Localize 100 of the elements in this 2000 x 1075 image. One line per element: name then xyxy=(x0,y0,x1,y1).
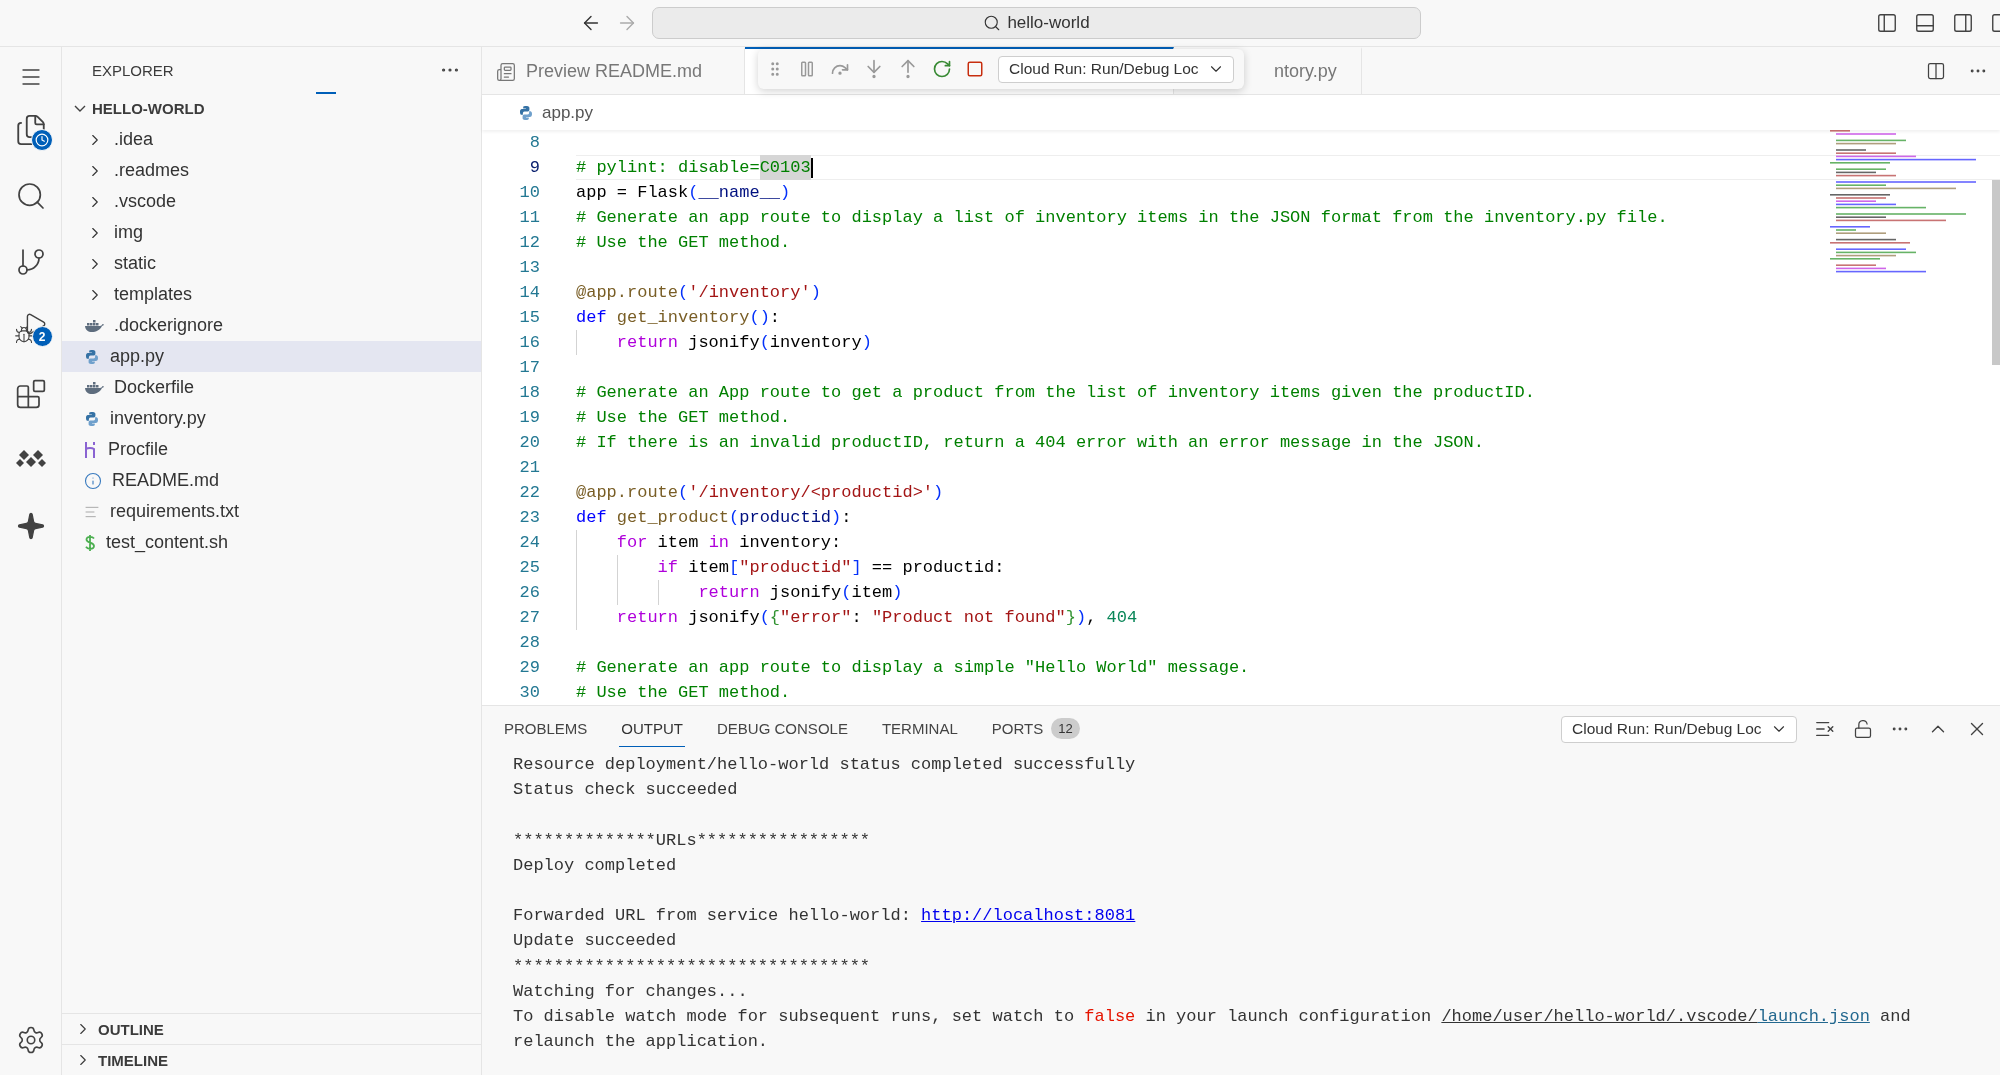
tree-item[interactable]: .readmes xyxy=(62,155,481,186)
panel-tab[interactable]: DEBUG CONSOLE xyxy=(715,711,850,747)
tree-item[interactable]: requirements.txt xyxy=(62,496,481,527)
line-number: 23 xyxy=(518,508,540,527)
step-into-icon[interactable] xyxy=(864,59,884,79)
whale-icon xyxy=(84,318,104,333)
progress-indicator xyxy=(316,92,336,94)
code-line: return jsonify({"error": "Product not found"}), 404 xyxy=(576,605,2000,630)
line-number: 12 xyxy=(518,233,540,252)
tree-item[interactable]: img xyxy=(62,217,481,248)
scrollbar[interactable] xyxy=(1992,180,2000,365)
tree-item[interactable]: .dockerignore xyxy=(62,310,481,341)
secondary-sidebar-icon[interactable] xyxy=(1952,12,1974,34)
panel-tab[interactable]: PROBLEMS xyxy=(502,711,590,747)
section-header[interactable]: TIMELINE xyxy=(62,1044,481,1075)
panel-tab[interactable]: PORTS 12 xyxy=(989,711,1082,747)
line-number: 18 xyxy=(518,383,540,402)
tree-item[interactable]: .idea xyxy=(62,124,481,155)
output-line: relaunch the application. xyxy=(513,1031,770,1054)
step-out-icon[interactable] xyxy=(898,59,918,79)
tree-item[interactable]: Dockerfile xyxy=(62,372,481,403)
command-search-field[interactable]: hello-world xyxy=(652,7,1421,39)
line-number: 9 xyxy=(528,158,540,177)
line-number: 30 xyxy=(518,683,540,702)
count-badge: 12 xyxy=(1051,718,1080,739)
line-number: 16 xyxy=(518,333,540,352)
line-number: 13 xyxy=(518,258,540,277)
output-line: **************URLs***************** xyxy=(513,829,872,852)
code-line: def get_inventory(): xyxy=(576,307,782,329)
sidebar-title: EXPLORER xyxy=(92,61,174,79)
line-number: 22 xyxy=(518,483,540,502)
notification-badge: 2 xyxy=(31,326,53,347)
code-line: return jsonify(item) xyxy=(576,580,2000,605)
output-line: *********************************** xyxy=(513,955,872,978)
sidebar-layout-icon[interactable] xyxy=(1876,12,1898,34)
tree-item[interactable]: inventory.py xyxy=(62,403,481,434)
breadcrumb[interactable]: app.py xyxy=(542,102,594,123)
code-line: @app.route('/inventory') xyxy=(576,282,822,304)
output-line: Forwarded URL from service hello-world: http://localhost:8081 xyxy=(513,905,1137,928)
code-line: app = Flask(__name__) xyxy=(576,182,792,204)
folder-header[interactable]: HELLO-WORLD xyxy=(62,93,481,124)
path-link[interactable]: /home/user/hello-world/.vscode/ xyxy=(1441,1006,1758,1026)
output-line: Update succeeded xyxy=(513,930,678,953)
code-line: for item in inventory: xyxy=(576,530,2000,555)
tree-item[interactable]: .vscode xyxy=(62,186,481,217)
line-number: 24 xyxy=(518,533,540,552)
code-line: # Use the GET method. xyxy=(576,682,792,704)
play-bug-icon xyxy=(13,311,48,345)
clock-icon xyxy=(30,129,53,151)
search-icon xyxy=(983,14,1002,32)
run-debug-button[interactable]: 2 xyxy=(6,295,55,361)
lock-icon[interactable] xyxy=(1853,719,1873,739)
chevron-down-icon xyxy=(74,105,86,112)
tree-item[interactable]: Procfile xyxy=(62,434,481,465)
python-icon xyxy=(84,348,100,365)
line-number: 14 xyxy=(518,283,540,302)
stop-icon[interactable] xyxy=(966,60,984,78)
debug-configuration-dropdown[interactable]: Cloud Run: Run/Debug Loc xyxy=(998,55,1234,83)
tree-item[interactable]: README.md xyxy=(62,465,481,496)
preview-icon xyxy=(496,61,516,82)
line-number: 21 xyxy=(518,458,540,477)
tree-item[interactable]: templates xyxy=(62,279,481,310)
line-number: 28 xyxy=(518,633,540,652)
output-line: Resource deployment/hello-world status completed successfully xyxy=(513,754,1137,776)
line-number: 20 xyxy=(518,433,540,452)
python-icon xyxy=(84,410,100,427)
hook-letter-icon xyxy=(84,440,98,459)
output-line: Deploy completed xyxy=(513,854,678,877)
line-number: 27 xyxy=(518,608,540,627)
line-number: 11 xyxy=(518,208,540,227)
code-line: if item["productid"] == productid: xyxy=(576,555,2000,580)
code-line: # pylint: disable=C0103 xyxy=(576,155,2000,180)
output-channel-dropdown[interactable]: Cloud Run: Run/Debug Loc xyxy=(1561,715,1797,743)
line-number: 8 xyxy=(528,133,540,152)
code-line: # Generate an App route to get a product from the list of inventory items given the productID. xyxy=(576,382,1536,404)
output-line: Status check succeeded xyxy=(513,779,739,802)
code-line: # If there is an invalid productID, return a 404 error with an error message in the JSON. xyxy=(576,432,1485,454)
code-line: # Use the GET method. xyxy=(576,232,792,254)
python-icon xyxy=(518,104,534,121)
panel-tab[interactable]: OUTPUT xyxy=(619,711,686,747)
line-number: 26 xyxy=(518,583,540,602)
split-editor-icon[interactable] xyxy=(1926,60,1946,81)
code-line: @app.route('/inventory/<productid>') xyxy=(576,482,945,504)
code-line: # Generate an app route to display a simple "Hello World" message. xyxy=(576,657,1251,679)
tree-item[interactable]: static xyxy=(62,248,481,279)
line-number: 25 xyxy=(518,558,540,577)
link[interactable]: http://localhost:8081 xyxy=(921,906,1136,926)
code-line: def get_product(productid): xyxy=(576,507,853,529)
section-header[interactable]: OUTLINE xyxy=(62,1013,481,1044)
line-number: 10 xyxy=(518,183,540,202)
output-line: Watching for changes... xyxy=(513,980,749,1003)
panel-layout-icon[interactable] xyxy=(1914,12,1936,34)
pause-icon[interactable] xyxy=(798,60,816,78)
panel-tab[interactable]: TERMINAL xyxy=(879,711,960,747)
tree-item[interactable]: app.py xyxy=(62,341,481,372)
restart-icon[interactable] xyxy=(932,59,952,79)
tree-item[interactable]: test_content.sh xyxy=(62,527,481,558)
link[interactable]: launch.json xyxy=(1757,1006,1870,1026)
info-icon xyxy=(84,471,102,490)
dollar-icon xyxy=(84,533,96,552)
